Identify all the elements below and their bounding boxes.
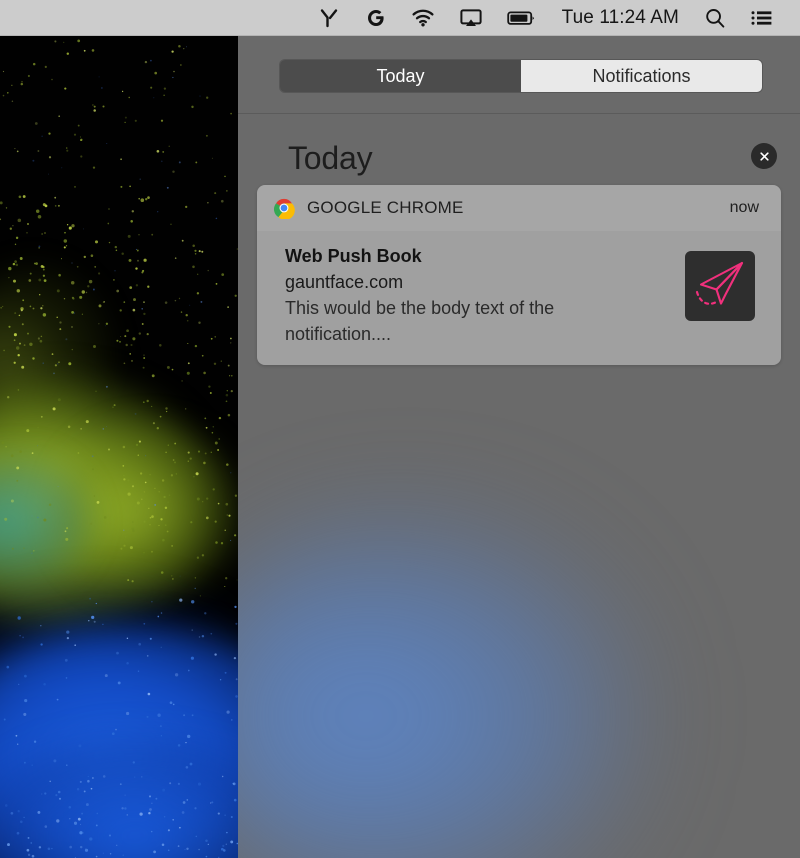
chrome-icon <box>273 198 295 219</box>
notification-card[interactable]: GOOGLE CHROME now Web Push Book gauntfac… <box>257 185 781 365</box>
section-title: Today <box>288 139 373 176</box>
desktop-wallpaper <box>0 36 238 858</box>
tab-notifications[interactable]: Notifications <box>521 60 762 92</box>
notification-title: Web Push Book <box>285 246 422 266</box>
notification-app-name: GOOGLE CHROME <box>307 198 464 217</box>
tab-divider <box>238 113 800 114</box>
screen: Tue 11:24 AM Today Notifications Today G… <box>0 0 800 858</box>
tab-today[interactable]: Today <box>280 60 521 92</box>
notification-timestamp: now <box>729 199 759 216</box>
close-icon <box>759 151 769 161</box>
notification-header: GOOGLE CHROME now <box>257 185 781 231</box>
menu-bar: Tue 11:24 AM <box>0 0 800 36</box>
paper-plane-icon <box>695 261 744 305</box>
battery-icon[interactable] <box>495 0 549 36</box>
notification-message: This would be the body text of the notif… <box>285 298 555 344</box>
close-button[interactable] <box>751 143 777 169</box>
notification-body: Web Push Book gauntface.com This would b… <box>257 231 781 365</box>
fork-branch-icon[interactable] <box>307 0 353 36</box>
notification-center-tabs: Today Notifications <box>280 60 762 92</box>
today-header-row: Today <box>238 130 800 186</box>
panel-wallpaper-bleed <box>238 506 648 858</box>
wallpaper-particles <box>0 39 238 858</box>
notification-center-panel: Today Notifications Today GOOGLE CHROME … <box>238 36 800 858</box>
notification-center-icon[interactable] <box>738 0 786 36</box>
notification-site: gauntface.com <box>285 272 404 292</box>
google-g-icon[interactable] <box>353 0 399 36</box>
menu-bar-clock[interactable]: Tue 11:24 AM <box>549 0 692 36</box>
notification-image <box>685 251 755 321</box>
search-icon[interactable] <box>692 0 738 36</box>
wifi-icon[interactable] <box>399 0 447 36</box>
airplay-icon[interactable] <box>447 0 495 36</box>
notification-text-block: Web Push Book gauntface.com This would b… <box>285 243 675 347</box>
